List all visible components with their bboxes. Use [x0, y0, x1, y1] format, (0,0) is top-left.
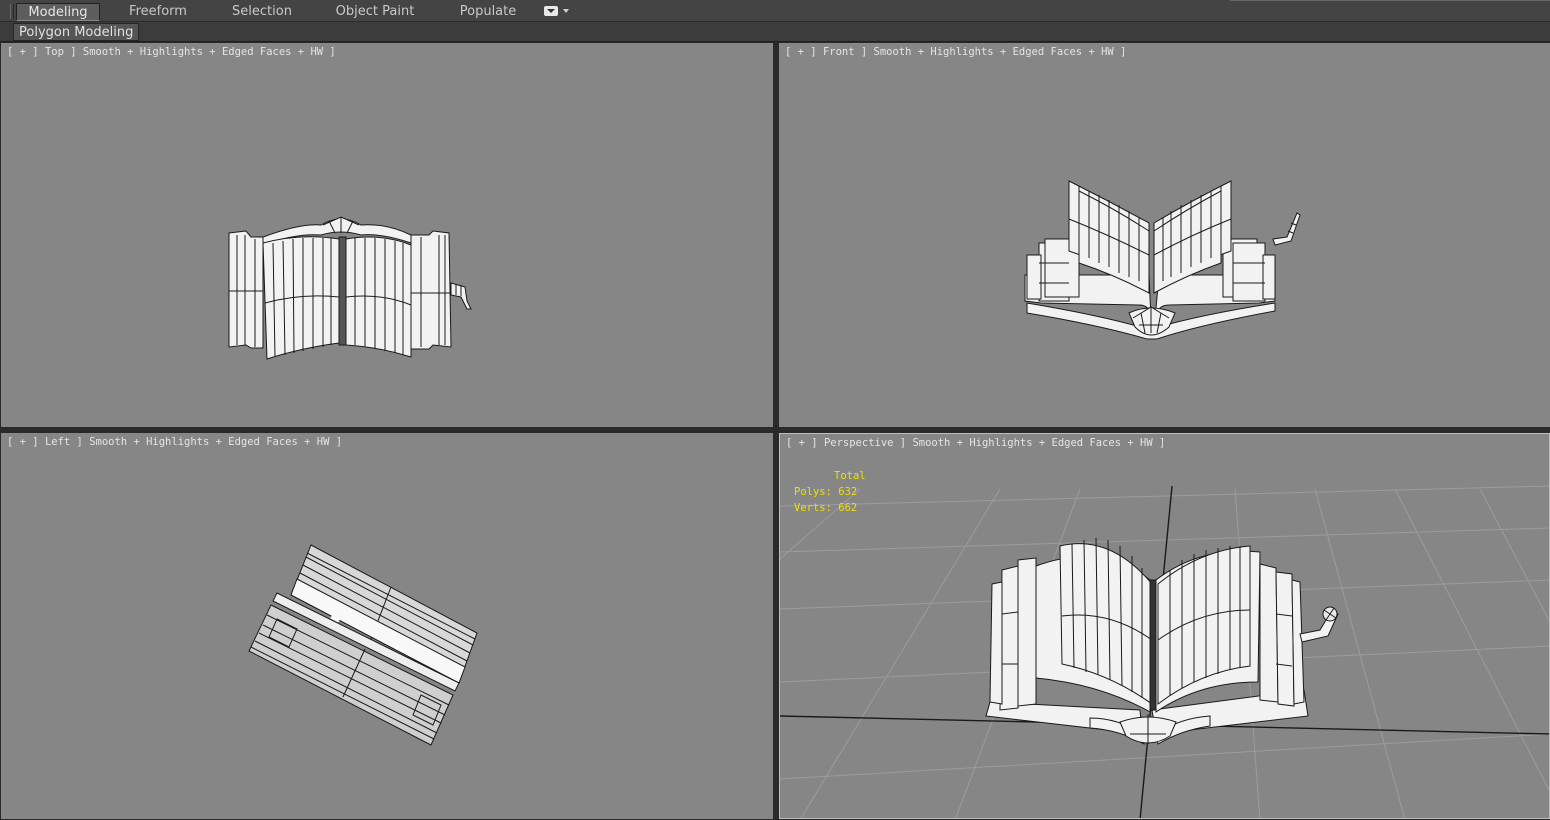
viewport-perspective[interactable]: [ + ] Perspective ] Smooth + Highlights … — [779, 433, 1550, 819]
viewport-view-name[interactable]: Front — [823, 46, 855, 58]
viewport-view-name[interactable]: Top — [45, 46, 64, 58]
viewport-label: [ + ] Left ] Smooth + Highlights + Edged… — [7, 436, 342, 448]
statistics-overlay: Total Polys: 632 Verts: 662 — [794, 468, 866, 516]
panel-polygon-modeling[interactable]: Polygon Modeling — [13, 23, 140, 41]
viewport-label: [ + ] Top ] Smooth + Highlights + Edged … — [7, 46, 336, 58]
viewport-top[interactable]: [ + ] Top ] Smooth + Highlights + Edged … — [1, 43, 773, 427]
viewport-view-name[interactable]: Perspective — [824, 437, 894, 449]
book-model-perspective[interactable] — [985, 537, 1339, 745]
viewport-front[interactable]: [ + ] Front ] Smooth + Highlights + Edge… — [779, 43, 1550, 427]
ribbon-options-dropdown[interactable] — [544, 6, 570, 17]
viewport-menu[interactable]: [ + ] — [7, 436, 45, 448]
viewport-shading-mode[interactable]: ] Smooth + Highlights + Edged Faces + HW… — [64, 46, 336, 58]
viewport-label: [ + ] Front ] Smooth + Highlights + Edge… — [785, 46, 1126, 58]
book-model-left-view[interactable] — [1, 433, 773, 819]
verts-count: 662 — [838, 502, 858, 514]
stats-verts: Verts: 662 — [794, 502, 858, 514]
tab-modeling[interactable]: Modeling — [16, 3, 100, 21]
viewport-shading-mode[interactable]: ] Smooth + Highlights + Edged Faces + HW… — [855, 46, 1127, 58]
polys-count: 632 — [838, 486, 858, 498]
ribbon-tab-bar: Modeling Freeform Selection Object Paint… — [0, 0, 1550, 22]
tab-freeform[interactable]: Freeform — [120, 3, 196, 21]
stats-header: Total — [834, 470, 866, 482]
tab-populate[interactable]: Populate — [452, 3, 524, 21]
viewport-label: [ + ] Perspective ] Smooth + Highlights … — [786, 437, 1165, 449]
book-model-front-view[interactable] — [779, 43, 1550, 427]
viewport-menu[interactable]: [ + ] — [785, 46, 823, 58]
chevron-down-icon — [563, 9, 569, 13]
viewport-shading-mode[interactable]: ] Smooth + Highlights + Edged Faces + HW… — [893, 437, 1166, 449]
tab-selection[interactable]: Selection — [222, 3, 302, 21]
viewport-menu[interactable]: [ + ] — [786, 437, 824, 449]
perspective-scene[interactable] — [780, 434, 1550, 819]
viewport-view-name[interactable]: Left — [45, 436, 70, 448]
viewport-menu[interactable]: [ + ] — [7, 46, 45, 58]
ribbon-grip[interactable] — [10, 4, 14, 19]
ribbon-menu-icon — [544, 6, 558, 16]
stats-polys: Polys: 632 — [794, 486, 858, 498]
book-model-top-view[interactable] — [1, 43, 773, 427]
viewport-shading-mode[interactable]: ] Smooth + Highlights + Edged Faces + HW… — [70, 436, 343, 448]
tab-object-paint[interactable]: Object Paint — [330, 3, 420, 21]
ribbon-divider — [1230, 0, 1550, 1]
viewport-left[interactable]: [ + ] Left ] Smooth + Highlights + Edged… — [1, 433, 773, 819]
ribbon-panel-bar: Polygon Modeling — [0, 22, 1550, 42]
